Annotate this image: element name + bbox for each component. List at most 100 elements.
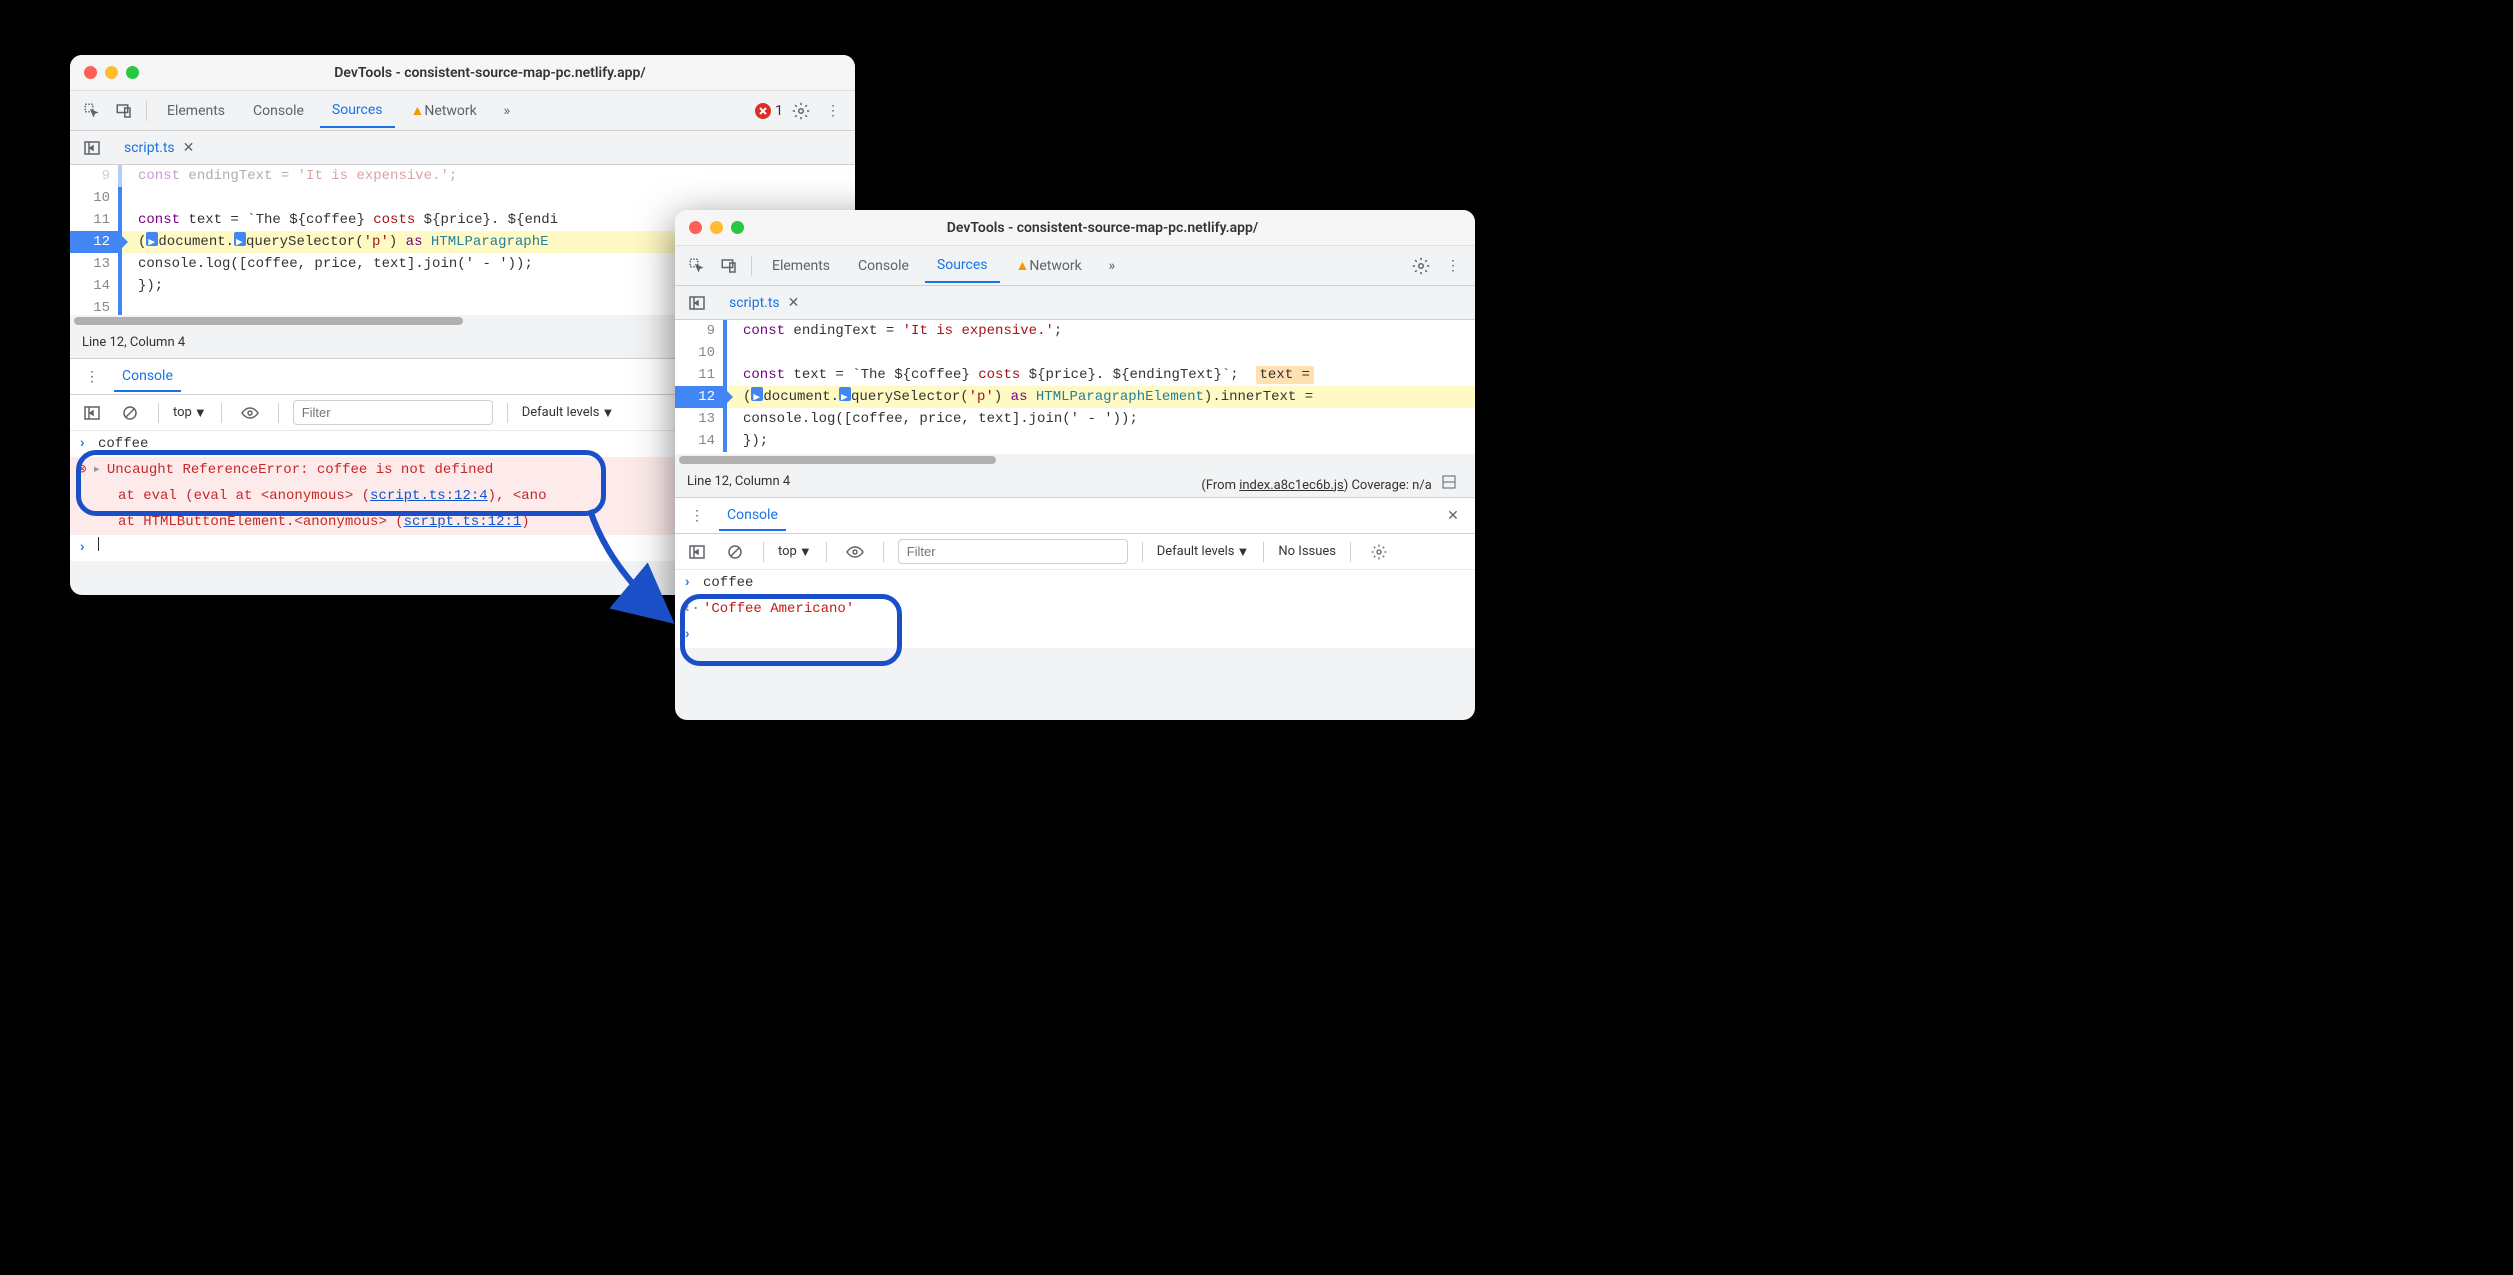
drawer-tab-console[interactable]: Console <box>114 362 181 392</box>
kebab-menu-icon[interactable]: ⋮ <box>683 502 711 530</box>
tab-network-label: Network <box>1029 258 1081 274</box>
close-window-icon[interactable] <box>689 221 702 234</box>
device-toggle-icon[interactable] <box>110 97 138 125</box>
context-selector[interactable]: top ▼ <box>173 405 207 421</box>
line-number: 11 <box>70 209 118 231</box>
inspect-icon[interactable] <box>78 97 106 125</box>
stack-trace: at HTMLButtonElement.<anonymous> (script… <box>118 511 530 533</box>
tab-sources[interactable]: Sources <box>925 249 1000 283</box>
file-name: script.ts <box>729 295 780 311</box>
traffic-lights <box>689 221 744 234</box>
code-line: console.log([coffee, price, text].join('… <box>727 408 1475 430</box>
stack-trace: at eval (eval at <anonymous> (script.ts:… <box>118 485 546 507</box>
close-window-icon[interactable] <box>84 66 97 79</box>
navigator-toggle-icon[interactable] <box>78 134 106 162</box>
sourcemap-from: (From index.a8c1ec6b.js) Coverage: n/a <box>1201 468 1463 496</box>
line-number: 9 <box>675 320 723 342</box>
error-count[interactable]: 1 <box>755 103 783 119</box>
filter-input[interactable] <box>293 400 493 425</box>
output-icon: ‹· <box>683 598 697 620</box>
object-marker-icon: ▶ <box>839 387 851 401</box>
coverage-icon[interactable] <box>1435 468 1463 496</box>
line-number: 14 <box>70 275 118 297</box>
code-line: const text = `The ${coffee} costs ${pric… <box>727 364 1475 386</box>
clear-console-icon[interactable] <box>116 399 144 427</box>
stack-link[interactable]: script.ts:12:1 <box>404 514 522 530</box>
issues-label[interactable]: No Issues <box>1278 544 1336 559</box>
code-line <box>122 187 855 209</box>
line-number: 13 <box>675 408 723 430</box>
prompt-icon: › <box>78 537 92 559</box>
prompt-icon: › <box>683 624 697 646</box>
editor-statusbar: Line 12, Column 4 (From index.a8c1ec6b.j… <box>675 466 1475 498</box>
line-number: 10 <box>675 342 723 364</box>
file-tabs: script.ts ✕ <box>675 286 1475 320</box>
tab-elements[interactable]: Elements <box>155 95 237 127</box>
sidebar-toggle-icon[interactable] <box>78 399 106 427</box>
cursor-position: Line 12, Column 4 <box>82 335 185 350</box>
breakpoint-line-number[interactable]: 12 <box>675 386 723 408</box>
prompt-icon: › <box>683 572 697 594</box>
tab-network[interactable]: ▲ Network <box>399 94 489 127</box>
titlebar[interactable]: DevTools - consistent-source-map-pc.netl… <box>675 210 1475 246</box>
file-tab-script[interactable]: script.ts ✕ <box>719 289 809 317</box>
horizontal-scrollbar[interactable] <box>675 454 1475 466</box>
line-number: 10 <box>70 187 118 209</box>
console-output-value: 'Coffee Americano' <box>703 598 854 620</box>
tab-console[interactable]: Console <box>241 95 316 127</box>
filter-input[interactable] <box>898 539 1128 564</box>
kebab-menu-icon[interactable]: ⋮ <box>1439 252 1467 280</box>
main-toolbar: Elements Console Sources ▲ Network » ⋮ <box>675 246 1475 286</box>
minimize-window-icon[interactable] <box>105 66 118 79</box>
expand-icon[interactable]: ▸ <box>92 459 100 481</box>
navigator-toggle-icon[interactable] <box>683 289 711 317</box>
tab-console[interactable]: Console <box>846 250 921 282</box>
more-tabs-icon[interactable]: » <box>1098 252 1126 280</box>
code-editor[interactable]: 9const endingText = 'It is expensive.'; … <box>675 320 1475 454</box>
close-icon[interactable]: ✕ <box>788 295 800 311</box>
line-number: 9 <box>70 165 118 187</box>
file-tab-script[interactable]: script.ts ✕ <box>114 134 204 162</box>
context-selector[interactable]: top ▼ <box>778 544 812 560</box>
breakpoint-line-number[interactable]: 12 <box>70 231 118 253</box>
code-line: const endingText = 'It is expensive.'; <box>727 320 1475 342</box>
error-icon: ⊗ <box>78 459 86 481</box>
tab-sources[interactable]: Sources <box>320 94 395 128</box>
live-expression-icon[interactable] <box>841 538 869 566</box>
more-tabs-icon[interactable]: » <box>493 97 521 125</box>
gear-icon[interactable] <box>1407 252 1435 280</box>
levels-selector[interactable]: Default levels ▼ <box>1157 544 1250 560</box>
titlebar[interactable]: DevTools - consistent-source-map-pc.netl… <box>70 55 855 91</box>
clear-console-icon[interactable] <box>721 538 749 566</box>
tab-elements[interactable]: Elements <box>760 250 842 282</box>
sidebar-toggle-icon[interactable] <box>683 538 711 566</box>
inspect-icon[interactable] <box>683 252 711 280</box>
kebab-menu-icon[interactable]: ⋮ <box>78 363 106 391</box>
gear-icon[interactable] <box>1365 538 1393 566</box>
main-toolbar: Elements Console Sources ▲ Network » 1 ⋮ <box>70 91 855 131</box>
sourcemap-link[interactable]: index.a8c1ec6b.js <box>1239 478 1343 493</box>
console-output[interactable]: ›coffee ‹·'Coffee Americano' › <box>675 570 1475 648</box>
inline-value-badge: text = <box>1256 366 1314 384</box>
traffic-lights <box>84 66 139 79</box>
line-number: 11 <box>675 364 723 386</box>
maximize-window-icon[interactable] <box>126 66 139 79</box>
line-number: 15 <box>70 297 118 315</box>
live-expression-icon[interactable] <box>236 399 264 427</box>
tab-network[interactable]: ▲ Network <box>1004 249 1094 282</box>
close-icon[interactable]: ✕ <box>183 140 195 156</box>
warning-icon: ▲ <box>411 102 425 119</box>
gear-icon[interactable] <box>787 97 815 125</box>
devtools-window-2: DevTools - consistent-source-map-pc.netl… <box>675 210 1475 720</box>
console-drawer: ⋮ Console ✕ top ▼ Default levels ▼ No Is… <box>675 498 1475 648</box>
cursor-position: Line 12, Column 4 <box>687 474 790 489</box>
minimize-window-icon[interactable] <box>710 221 723 234</box>
levels-selector[interactable]: Default levels ▼ <box>522 405 615 421</box>
stack-link[interactable]: script.ts:12:4 <box>370 488 488 504</box>
kebab-menu-icon[interactable]: ⋮ <box>819 97 847 125</box>
device-toggle-icon[interactable] <box>715 252 743 280</box>
drawer-tab-console[interactable]: Console <box>719 501 786 531</box>
code-line <box>727 342 1475 364</box>
close-drawer-icon[interactable]: ✕ <box>1439 502 1467 530</box>
maximize-window-icon[interactable] <box>731 221 744 234</box>
